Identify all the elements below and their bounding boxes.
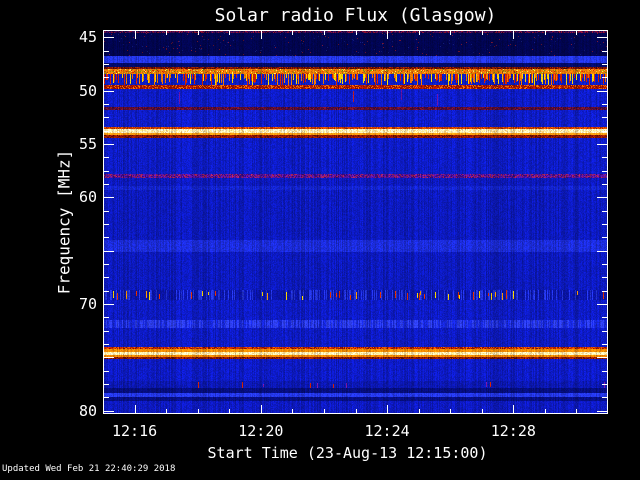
y-tick-label: 55 <box>78 135 97 154</box>
y-axis-title: Frequency [MHz] <box>54 149 74 295</box>
x-tick-label: 12:16 <box>111 422 158 440</box>
spectrogram-canvas <box>103 30 608 414</box>
y-tick-label: 80 <box>78 401 97 420</box>
x-axis-title: Start Time (23-Aug-13 12:15:00) <box>207 444 488 462</box>
y-tick-label: 45 <box>78 28 97 47</box>
x-tick-label: 12:24 <box>364 422 410 440</box>
y-tick-label: 50 <box>78 81 97 100</box>
solar-radio-spectrogram-window: Solar radio Flux (Glasgow) Frequency [MH… <box>0 0 640 480</box>
x-tick-label: 12:20 <box>238 422 284 440</box>
page-title: Solar radio Flux (Glasgow) <box>214 5 497 26</box>
y-tick-label: 70 <box>78 295 97 314</box>
updated-timestamp: Updated Wed Feb 21 22:40:29 2018 <box>2 464 176 474</box>
x-tick-label: 12:28 <box>490 422 536 440</box>
y-tick-label: 60 <box>78 188 97 207</box>
